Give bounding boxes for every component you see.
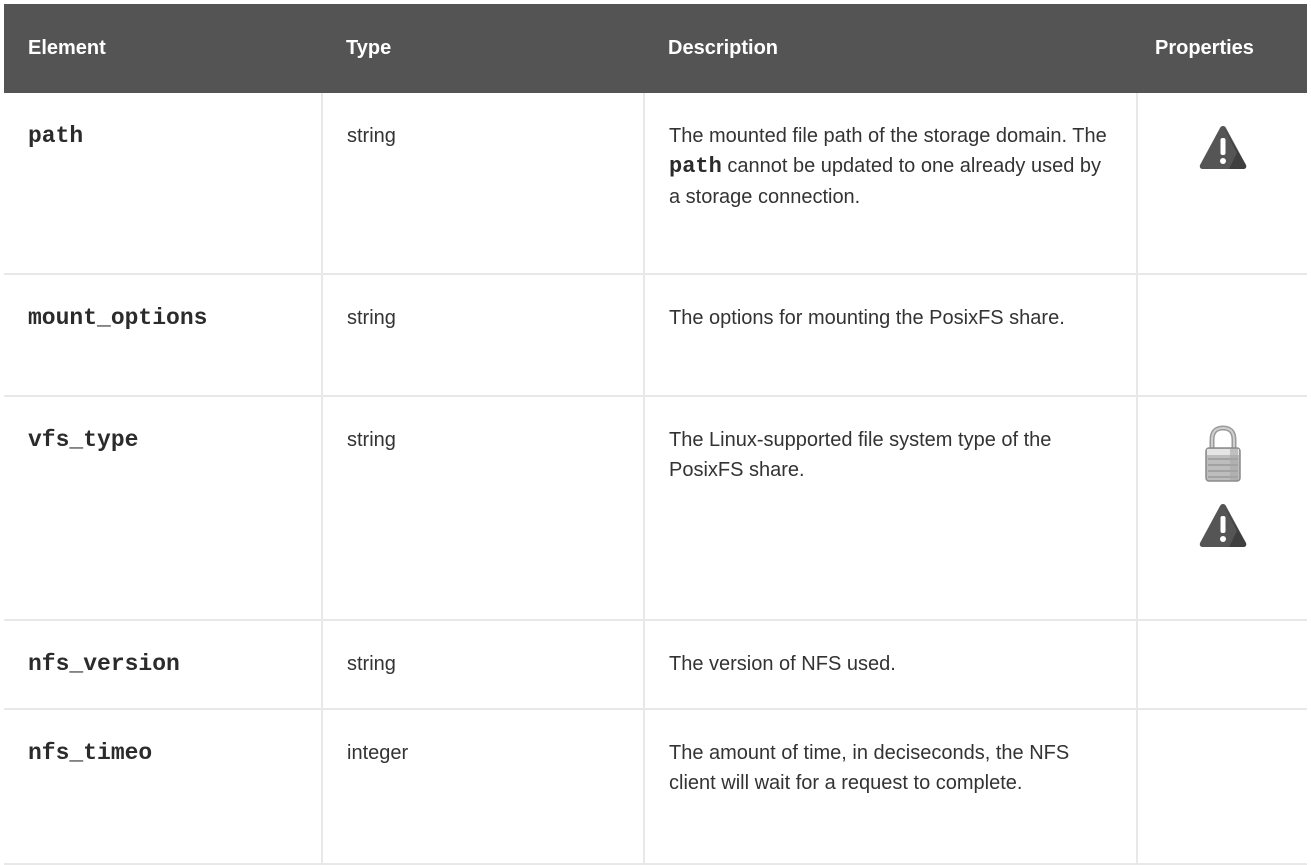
element-cell: mount_options xyxy=(4,274,323,397)
element-cell: vfs_type xyxy=(4,396,323,621)
description-code: path xyxy=(669,154,722,179)
lock-icon xyxy=(1204,425,1241,482)
element-cell: path xyxy=(4,93,323,275)
description-text: The mounted file path of the storage dom… xyxy=(669,125,1107,147)
properties-cell xyxy=(1137,396,1307,621)
table-row: vfs_type string The Linux-supported file… xyxy=(4,396,1307,621)
element-name: vfs_type xyxy=(28,427,139,453)
header-description: Description xyxy=(668,37,779,59)
table-row: nfs_version string The version of NFS us… xyxy=(4,620,1307,710)
element-cell: nfs_version xyxy=(4,620,323,710)
description-cell: The mounted file path of the storage dom… xyxy=(644,93,1138,275)
properties-cell xyxy=(1137,620,1307,710)
description-cell: The Linux-supported file system type of … xyxy=(644,396,1138,621)
properties-cell xyxy=(1137,93,1307,275)
table-row: mount_options string The options for mou… xyxy=(4,274,1307,397)
properties-cell xyxy=(1137,274,1307,397)
header-element: Element xyxy=(28,37,106,59)
header-row: Element Type Description Properties xyxy=(4,4,1307,93)
element-name: path xyxy=(28,123,84,149)
element-name: nfs_timeo xyxy=(28,740,153,766)
header-type: Type xyxy=(346,37,392,59)
table-row: nfs_timeo integer The amount of time, in… xyxy=(4,709,1307,865)
warning-icon xyxy=(1199,504,1246,547)
table-body: path string The mounted file path of the… xyxy=(4,93,1307,865)
type-cell: string xyxy=(322,620,645,710)
description-text: cannot be updated to one already used by… xyxy=(669,155,1101,208)
type-cell: string xyxy=(322,93,645,275)
element-cell: nfs_timeo xyxy=(4,709,323,865)
properties-cell xyxy=(1137,709,1307,865)
header-properties: Properties xyxy=(1155,37,1254,59)
type-cell: string xyxy=(322,274,645,397)
table-header: Element Type Description Properties xyxy=(4,4,1307,93)
table-row: path string The mounted file path of the… xyxy=(4,93,1307,275)
description-cell: The amount of time, in deciseconds, the … xyxy=(644,709,1138,865)
description-cell: The version of NFS used. xyxy=(644,620,1138,710)
type-cell: string xyxy=(322,396,645,621)
properties-table: Element Type Description Properties path… xyxy=(4,4,1307,865)
warning-icon xyxy=(1199,126,1246,169)
element-name: mount_options xyxy=(28,305,208,331)
element-name: nfs_version xyxy=(28,651,180,677)
type-cell: integer xyxy=(322,709,645,865)
description-cell: The options for mounting the PosixFS sha… xyxy=(644,274,1138,397)
